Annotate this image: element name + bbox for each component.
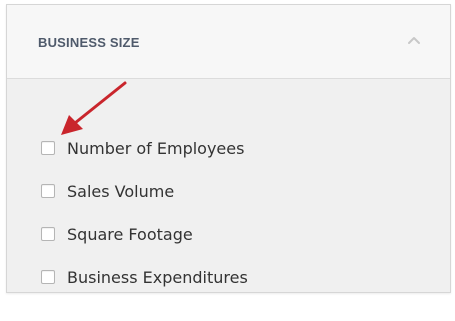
checkbox[interactable]: [41, 141, 55, 155]
red-arrow-icon: [61, 81, 127, 135]
chevron-up-icon[interactable]: [407, 35, 421, 45]
panel-header[interactable]: BUSINESS SIZE: [7, 5, 450, 79]
option-business-expenditures[interactable]: Business Expenditures: [41, 264, 248, 290]
option-label: Sales Volume: [67, 181, 175, 201]
option-number-of-employees[interactable]: Number of Employees: [41, 135, 244, 161]
business-size-filter-panel: BUSINESS SIZE Number of Employees Sales …: [6, 4, 451, 293]
option-label: Number of Employees: [67, 138, 245, 158]
option-sales-volume[interactable]: Sales Volume: [41, 178, 174, 204]
checkbox[interactable]: [41, 184, 55, 198]
panel-title: BUSINESS SIZE: [38, 35, 140, 50]
checkbox[interactable]: [41, 227, 55, 241]
checkbox[interactable]: [41, 270, 55, 284]
option-label: Square Footage: [67, 224, 193, 244]
option-square-footage[interactable]: Square Footage: [41, 221, 193, 247]
option-label: Business Expenditures: [67, 267, 248, 287]
